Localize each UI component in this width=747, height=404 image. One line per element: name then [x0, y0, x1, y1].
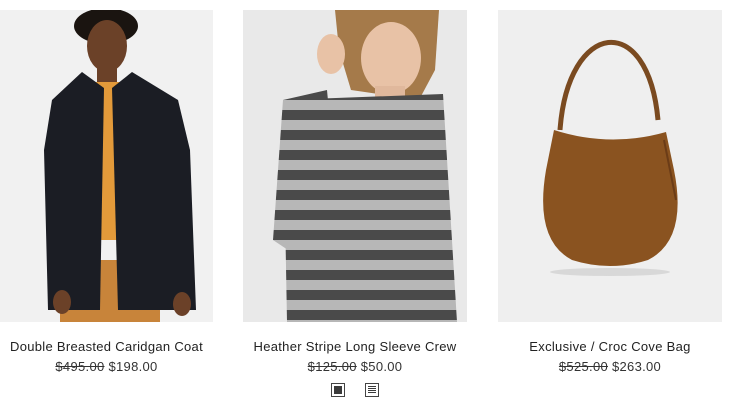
- product-price: $125.00 $50.00: [243, 359, 467, 374]
- stripe-tee-model-photo: [243, 10, 467, 322]
- sale-price: $50.00: [360, 359, 403, 374]
- sale-price: $198.00: [108, 359, 158, 374]
- product-card[interactable]: Exclusive / Croc Cove Bag $525.00 $263.00: [498, 10, 722, 374]
- product-name[interactable]: Heather Stripe Long Sleeve Crew: [243, 339, 467, 354]
- suede-bag-photo: [498, 10, 722, 322]
- product-image-link[interactable]: [498, 10, 722, 322]
- product-card[interactable]: Heather Stripe Long Sleeve Crew $125.00 $…: [243, 10, 467, 397]
- sale-price: $263.00: [612, 359, 662, 374]
- product-image-stripe-crew[interactable]: [243, 10, 467, 322]
- product-price: $495.00 $198.00: [0, 359, 213, 374]
- product-card[interactable]: Double Breasted Caridgan Coat $495.00 $19…: [0, 10, 213, 374]
- product-name[interactable]: Exclusive / Croc Cove Bag: [498, 339, 722, 354]
- product-name[interactable]: Double Breasted Caridgan Coat: [0, 339, 213, 354]
- product-image-link[interactable]: [0, 10, 213, 322]
- product-image-bag[interactable]: [498, 10, 722, 322]
- product-image-link[interactable]: [243, 10, 467, 322]
- stripe-swatch[interactable]: [365, 382, 380, 397]
- color-swatches: [243, 381, 467, 399]
- original-price: $125.00: [307, 359, 357, 374]
- original-price: $525.00: [558, 359, 608, 374]
- coat-model-photo: [0, 10, 213, 322]
- solid-charcoal-swatch[interactable]: [330, 382, 345, 397]
- product-image-coat[interactable]: [0, 10, 213, 322]
- original-price: $495.00: [55, 359, 105, 374]
- product-price: $525.00 $263.00: [498, 359, 722, 374]
